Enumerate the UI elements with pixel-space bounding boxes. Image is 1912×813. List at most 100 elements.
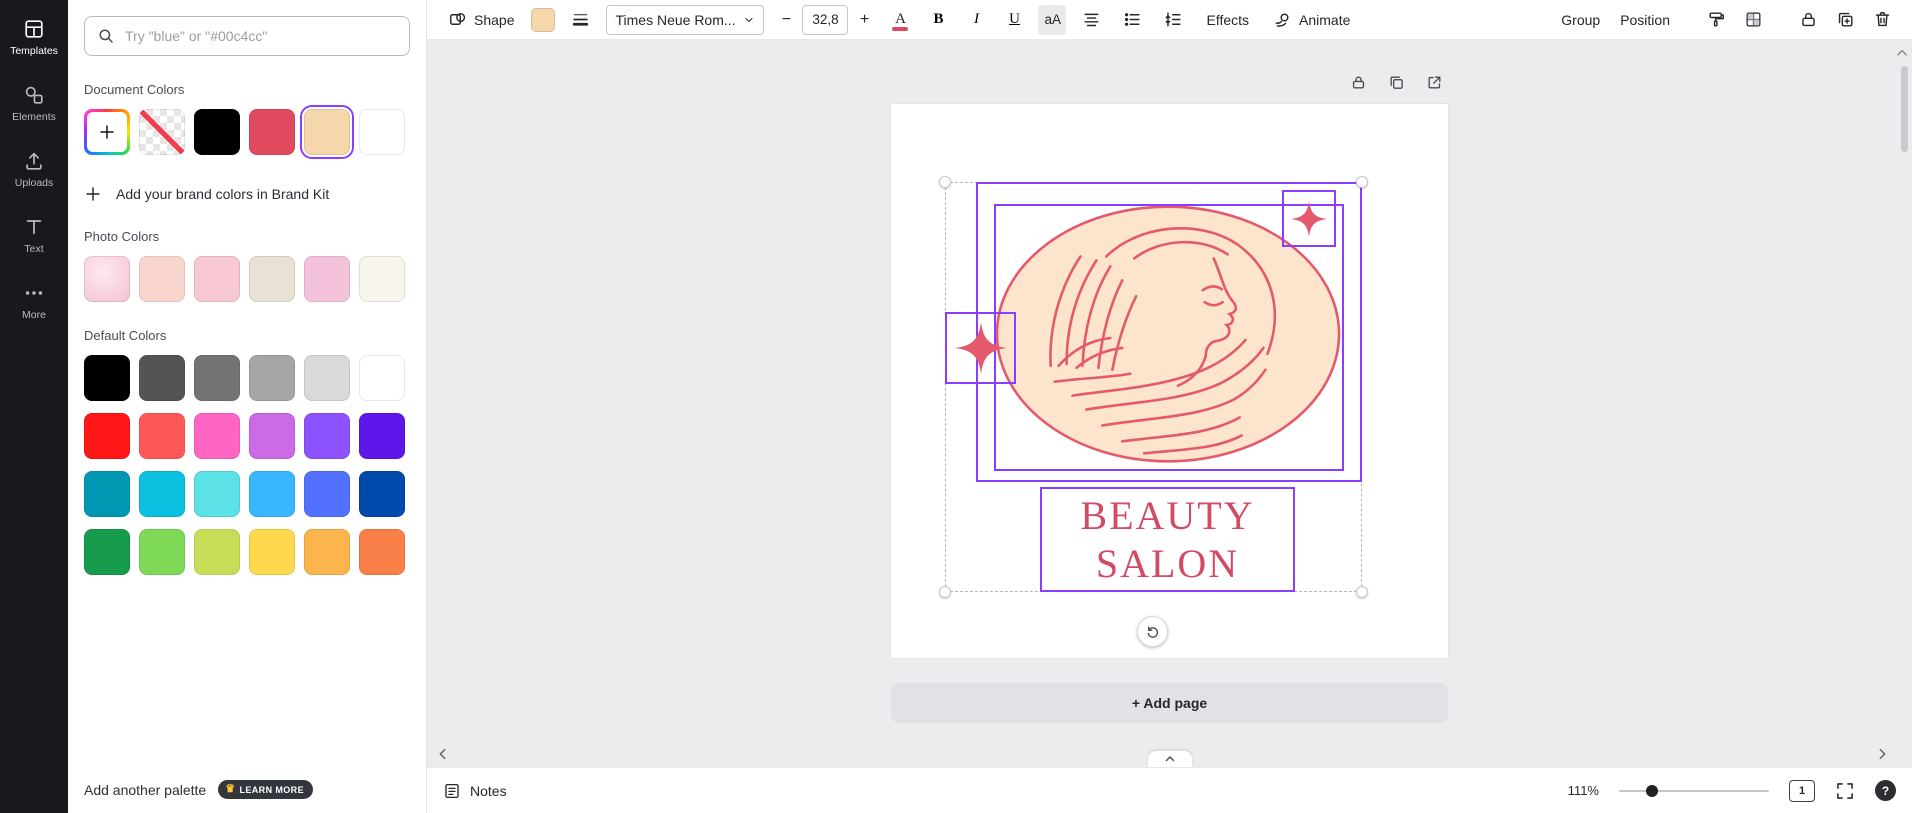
resize-handle-bottom-right[interactable] xyxy=(1356,586,1368,598)
zoom-slider[interactable] xyxy=(1619,784,1769,798)
transparent-swatch[interactable] xyxy=(139,109,185,155)
color-swatch[interactable] xyxy=(84,355,130,401)
add-color-button[interactable] xyxy=(84,109,130,155)
search-input[interactable] xyxy=(84,16,410,56)
font-size-increase-button[interactable]: + xyxy=(852,5,876,35)
move-page-button[interactable] xyxy=(1422,70,1446,94)
add-palette-link[interactable]: Add another palette xyxy=(84,782,206,798)
duplicate-button[interactable] xyxy=(1830,5,1861,35)
text-case-button[interactable]: aA xyxy=(1038,5,1066,35)
animate-button[interactable]: Animate xyxy=(1266,5,1357,35)
duplicate-page-button[interactable] xyxy=(1384,70,1408,94)
group-button[interactable]: Group xyxy=(1554,5,1607,35)
underline-button[interactable]: U xyxy=(1000,5,1028,35)
zoom-slider-knob[interactable] xyxy=(1646,785,1658,797)
color-swatch[interactable] xyxy=(249,355,295,401)
resize-handle-top-left[interactable] xyxy=(939,176,951,188)
list-button[interactable] xyxy=(1117,5,1148,35)
color-swatch[interactable] xyxy=(194,471,240,517)
alignment-button[interactable] xyxy=(1076,5,1107,35)
color-swatch[interactable] xyxy=(139,529,185,575)
position-button[interactable]: Position xyxy=(1613,5,1677,35)
sidebar-item-more[interactable]: More xyxy=(2,270,66,332)
color-swatch-selected[interactable] xyxy=(304,109,350,155)
default-colors-row xyxy=(84,471,410,517)
trash-icon xyxy=(1873,10,1892,29)
color-swatch[interactable] xyxy=(249,471,295,517)
color-swatch[interactable] xyxy=(359,109,405,155)
scroll-right-icon[interactable] xyxy=(1874,746,1890,762)
page-indicator[interactable]: 1 xyxy=(1789,780,1815,802)
copy-style-button[interactable] xyxy=(1701,5,1732,35)
scroll-left-icon[interactable] xyxy=(435,746,451,762)
color-swatch[interactable] xyxy=(249,529,295,575)
elements-icon xyxy=(23,84,45,106)
italic-button[interactable]: I xyxy=(962,5,990,35)
sidebar-item-templates[interactable]: Templates xyxy=(2,6,66,68)
color-swatch[interactable] xyxy=(194,355,240,401)
color-swatch[interactable] xyxy=(194,413,240,459)
effects-button[interactable]: Effects xyxy=(1199,5,1256,35)
add-page-button[interactable]: + Add page xyxy=(891,683,1448,723)
font-size-decrease-button[interactable]: − xyxy=(774,5,798,35)
sidebar-item-uploads[interactable]: Uploads xyxy=(2,138,66,200)
border-style-button[interactable] xyxy=(565,5,596,35)
color-swatch[interactable] xyxy=(249,256,295,302)
text-color-button[interactable]: A xyxy=(886,5,914,35)
zoom-level[interactable]: 111% xyxy=(1568,783,1599,798)
brand-kit-link[interactable]: Add your brand colors in Brand Kit xyxy=(84,185,410,203)
spacing-button[interactable] xyxy=(1158,5,1189,35)
color-swatch[interactable] xyxy=(249,109,295,155)
sidebar-item-elements[interactable]: Elements xyxy=(2,72,66,134)
scroll-up-icon[interactable] xyxy=(1895,46,1909,60)
help-button[interactable]: ? xyxy=(1875,780,1896,801)
color-swatch[interactable] xyxy=(359,355,405,401)
rotate-handle[interactable] xyxy=(1137,616,1168,647)
design-page[interactable]: BEAUTY SALON xyxy=(891,104,1448,658)
color-swatch[interactable] xyxy=(84,471,130,517)
font-family-select[interactable]: Times Neue Rom... xyxy=(606,5,764,35)
notes-button[interactable]: Notes xyxy=(443,782,507,800)
sparkle-element-top-right[interactable] xyxy=(1282,190,1336,247)
color-swatch[interactable] xyxy=(194,109,240,155)
expand-bottom-panel-tab[interactable] xyxy=(1148,751,1192,767)
vertical-scrollbar-thumb[interactable] xyxy=(1901,66,1908,152)
color-swatch[interactable] xyxy=(359,529,405,575)
notes-icon xyxy=(443,782,461,800)
color-swatch[interactable] xyxy=(194,256,240,302)
color-swatch[interactable] xyxy=(249,413,295,459)
color-swatch[interactable] xyxy=(139,471,185,517)
bold-button[interactable]: B xyxy=(924,5,952,35)
shape-button[interactable]: Shape xyxy=(441,5,521,35)
color-swatch[interactable] xyxy=(84,256,130,302)
color-swatch[interactable] xyxy=(359,413,405,459)
transparency-button[interactable] xyxy=(1738,5,1769,35)
text-color-bar xyxy=(892,27,908,31)
color-swatch[interactable] xyxy=(304,355,350,401)
color-swatch[interactable] xyxy=(84,413,130,459)
sparkle-element-left[interactable] xyxy=(945,312,1016,384)
resize-handle-top-right[interactable] xyxy=(1356,176,1368,188)
color-swatch[interactable] xyxy=(304,256,350,302)
resize-handle-bottom-left[interactable] xyxy=(939,586,951,598)
color-swatch[interactable] xyxy=(359,256,405,302)
fill-color-button[interactable] xyxy=(531,8,555,32)
lock-page-button[interactable] xyxy=(1346,70,1370,94)
color-swatch[interactable] xyxy=(84,529,130,575)
delete-button[interactable] xyxy=(1867,5,1898,35)
color-swatch[interactable] xyxy=(359,471,405,517)
color-swatch[interactable] xyxy=(304,413,350,459)
color-swatch[interactable] xyxy=(139,355,185,401)
color-swatch[interactable] xyxy=(139,256,185,302)
color-swatch[interactable] xyxy=(139,413,185,459)
lock-button[interactable] xyxy=(1793,5,1824,35)
fullscreen-icon[interactable] xyxy=(1835,781,1855,801)
sidebar-item-text[interactable]: Text xyxy=(2,204,66,266)
font-size-value[interactable]: 32,8 xyxy=(802,5,848,35)
color-swatch[interactable] xyxy=(194,529,240,575)
learn-more-badge[interactable]: ♛ LEARN MORE xyxy=(218,780,313,799)
plus-icon xyxy=(87,112,127,152)
color-swatch[interactable] xyxy=(304,471,350,517)
color-swatch[interactable] xyxy=(304,529,350,575)
logo-text-element[interactable]: BEAUTY SALON xyxy=(1040,487,1295,592)
